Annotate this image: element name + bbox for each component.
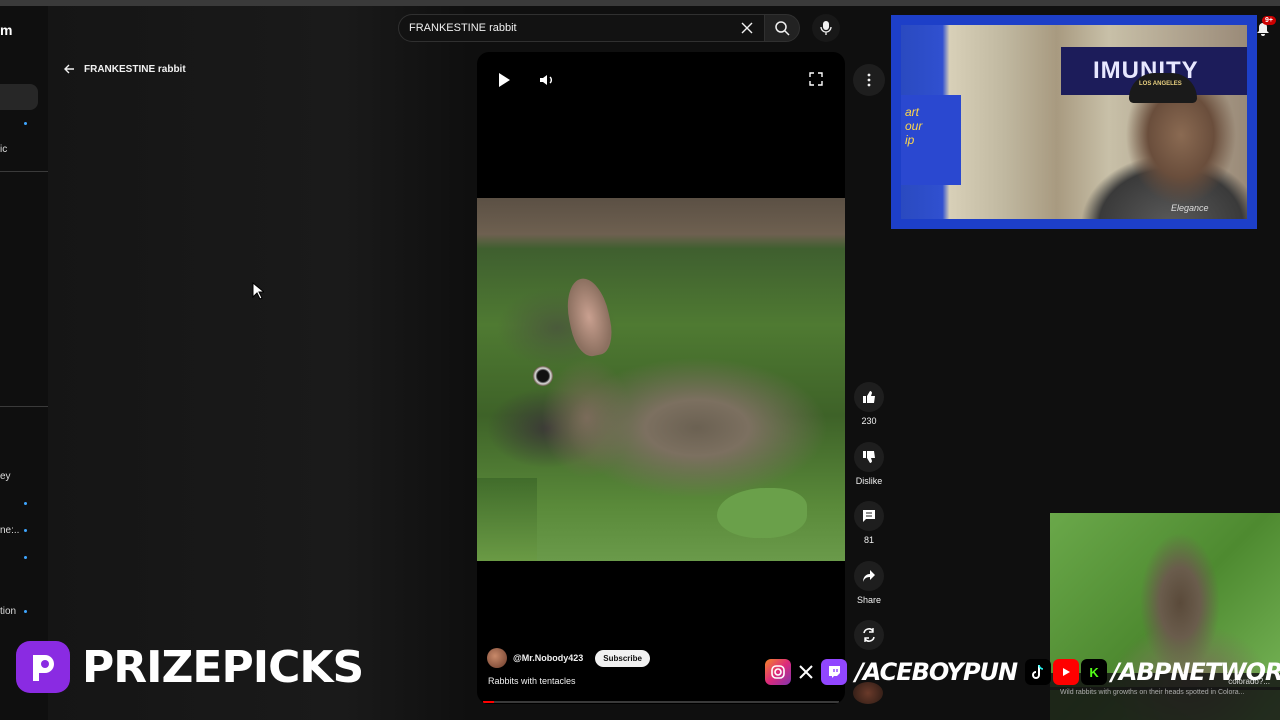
like-count: 230 [861,416,877,426]
comments-button[interactable]: 81 [850,501,888,545]
remix-icon [863,628,875,642]
like-button[interactable]: 230 [850,382,888,426]
progress-bar[interactable] [483,701,839,703]
cap-text: LOS ANGELES [1139,81,1182,87]
remix-button-circle[interactable] [854,620,884,650]
sidebar-item-label[interactable]: ey [0,471,11,482]
dislike-button-circle[interactable] [854,442,884,472]
social-handle-network: /ABPNETWORK [1111,658,1280,686]
dislike-button[interactable]: Dislike [850,442,888,486]
remix-button[interactable] [850,620,888,650]
comment-icon [863,510,875,522]
youtube-icon [1053,659,1080,685]
rabbit-ear-shape [561,274,617,360]
shirt-text: Elegance [1171,203,1209,213]
webcam-feed: IMUNITY art our ip LOS ANGELES Elegance [901,25,1247,219]
search-icon [775,21,790,36]
clear-icon[interactable] [740,21,754,35]
more-options-button[interactable] [853,64,885,96]
volume-button[interactable] [539,72,555,93]
sponsor-overlay: PRIZEPICKS [16,641,364,693]
sidebar-item-active[interactable] [0,84,38,110]
social-handle-primary: /ACEBOYPUN [855,658,1018,686]
suggested-video-thumbnail[interactable]: colorado?... Wild rabbits with growths o… [1050,513,1280,720]
arrow-left-icon [64,64,74,74]
thumbs-up-icon [863,391,875,403]
sidebar-unread-dot [24,556,27,559]
sidebar-divider [0,406,48,407]
kick-icon: K [1081,659,1108,685]
search-query-text: FRANKESTINE rabbit [409,22,517,34]
sidebar-unread-dot [24,122,27,125]
video-title[interactable]: Rabbits with tentacles [488,676,576,686]
fullscreen-button[interactable] [809,72,823,91]
sidebar-unread-dot [24,610,27,613]
leaf-shape [717,488,807,538]
prizepicks-p-icon [33,655,54,681]
share-button-circle[interactable] [854,561,884,591]
share-label: Share [856,595,882,605]
notification-badge: 9+ [1262,16,1276,25]
fullscreen-icon [809,72,823,86]
more-vertical-icon [867,73,871,87]
video-frame[interactable] [477,198,845,561]
subscribe-button[interactable]: Subscribe [595,649,650,667]
streamer-cap: LOS ANGELES [1129,73,1197,103]
instagram-icon [765,659,791,685]
notifications-button[interactable]: 9+ [1256,16,1276,36]
microphone-icon [820,21,832,35]
dislike-label: Dislike [855,476,883,486]
social-handles-overlay: /ACEBOYPUN K /ABPNETWORK [765,658,1280,686]
wall-poster-text: art our ip [905,105,923,147]
voice-search-button[interactable] [812,14,840,42]
play-button[interactable] [497,72,511,93]
grass-shape [477,478,537,561]
search-input[interactable]: FRANKESTINE rabbit [398,14,764,42]
tiktok-icon [1025,659,1052,685]
twitch-icon [821,659,847,685]
channel-avatar[interactable] [487,648,507,668]
main-area-background [48,6,468,720]
shorts-player[interactable]: @Mr.Nobody423 Subscribe Rabbits with ten… [477,52,845,704]
mouse-cursor-icon [252,282,264,300]
sidebar: m ic ey ne:.. tion [0,6,48,720]
sidebar-logo-text[interactable]: m [0,22,12,38]
share-icon [863,570,875,582]
sidebar-item-label[interactable]: ic [0,144,7,155]
prizepicks-logo-icon [16,641,70,693]
sidebar-divider [0,171,48,172]
rabbit-eye-shape [533,366,553,386]
search-button[interactable] [764,14,800,42]
sidebar-unread-dot [24,529,27,532]
comment-count: 81 [863,535,874,545]
webcam-overlay: IMUNITY art our ip LOS ANGELES Elegance [891,15,1257,229]
suggested-video-description: Wild rabbits with growths on their heads… [1050,687,1280,720]
sidebar-unread-dot [24,502,27,505]
progress-fill [483,701,494,703]
volume-icon [540,75,552,85]
back-link-label: FRANKESTINE rabbit [84,63,186,75]
play-icon [499,73,510,87]
channel-name[interactable]: @Mr.Nobody423 [513,653,583,663]
thumbs-down-icon [863,451,875,463]
like-button-circle[interactable] [854,382,884,412]
channel-row: @Mr.Nobody423 Subscribe [487,648,650,668]
sidebar-item-label[interactable]: ne:.. [0,525,19,536]
sponsor-brand-name: PRIZEPICKS [82,641,364,693]
sidebar-item-label[interactable]: tion [0,606,16,617]
back-link[interactable]: FRANKESTINE rabbit [62,62,186,76]
x-twitter-icon [793,659,819,685]
wall-poster: art our ip [901,95,961,185]
share-button[interactable]: Share [850,561,888,605]
comments-button-circle[interactable] [854,501,884,531]
